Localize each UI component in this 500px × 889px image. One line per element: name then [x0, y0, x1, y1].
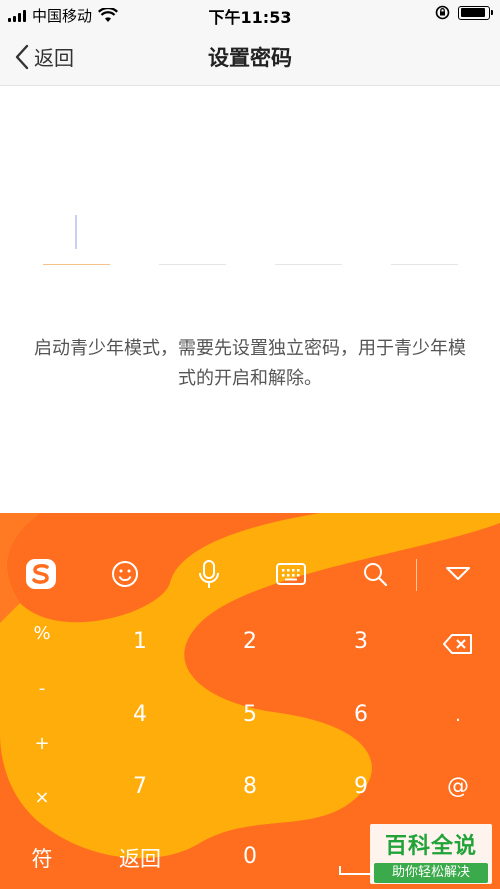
key-plus[interactable]: +: [22, 733, 62, 754]
watermark-title: 百科全说: [384, 834, 477, 859]
key-symbols[interactable]: 符: [2, 843, 82, 873]
key-dot[interactable]: .: [438, 705, 478, 726]
microphone-icon[interactable]: [192, 557, 226, 591]
battery-icon: [458, 5, 493, 20]
page-title: 设置密码: [208, 46, 292, 70]
key-4[interactable]: 4: [100, 702, 180, 727]
status-time: 下午11:53: [208, 8, 292, 27]
password-input[interactable]: [43, 205, 458, 267]
text-caret: [75, 215, 77, 249]
collapse-keyboard-icon[interactable]: [441, 557, 475, 591]
navigation-bar: 返回 设置密码: [0, 28, 500, 86]
slot-underline: [159, 264, 226, 265]
password-slot-3[interactable]: [275, 205, 342, 267]
key-8[interactable]: 8: [210, 774, 290, 799]
key-return-keyboard[interactable]: 返回: [100, 843, 180, 873]
key-0[interactable]: 0: [210, 844, 290, 869]
key-1[interactable]: 1: [100, 629, 180, 654]
keyboard-icon[interactable]: [274, 557, 308, 591]
watermark-subtitle: 助你轻松解决: [374, 863, 488, 883]
password-slot-1[interactable]: [43, 205, 110, 267]
key-2[interactable]: 2: [210, 629, 290, 654]
key-6[interactable]: 6: [321, 702, 401, 727]
battery-level: [460, 8, 485, 17]
emoji-icon[interactable]: [108, 557, 142, 591]
slot-underline: [391, 264, 458, 265]
status-bar: 中国移动 下午11:53: [0, 0, 500, 28]
password-hint: 启动青少年模式，需要先设置独立密码，用于青少年模式的开启和解除。: [34, 338, 466, 389]
key-3[interactable]: 3: [321, 629, 401, 654]
key-percent[interactable]: %: [22, 623, 62, 644]
key-minus[interactable]: -: [22, 678, 62, 699]
search-icon[interactable]: [358, 557, 392, 591]
key-7[interactable]: 7: [100, 774, 180, 799]
status-right: [435, 5, 493, 20]
key-multiply[interactable]: ×: [22, 787, 62, 808]
key-9[interactable]: 9: [321, 774, 401, 799]
sogou-logo-icon[interactable]: [24, 557, 58, 591]
toolbar-divider: [416, 559, 417, 591]
key-at[interactable]: @: [418, 774, 498, 799]
orientation-lock-icon: [435, 5, 450, 20]
password-slot-2[interactable]: [159, 205, 226, 267]
backspace-icon[interactable]: [441, 627, 475, 661]
key-5[interactable]: 5: [210, 702, 290, 727]
password-slot-4[interactable]: [391, 205, 458, 267]
slot-underline: [43, 263, 110, 265]
keyboard-toolbar: [0, 513, 500, 623]
watermark-logo: 百科全说 助你轻松解决: [370, 824, 492, 884]
slot-underline: [275, 264, 342, 265]
